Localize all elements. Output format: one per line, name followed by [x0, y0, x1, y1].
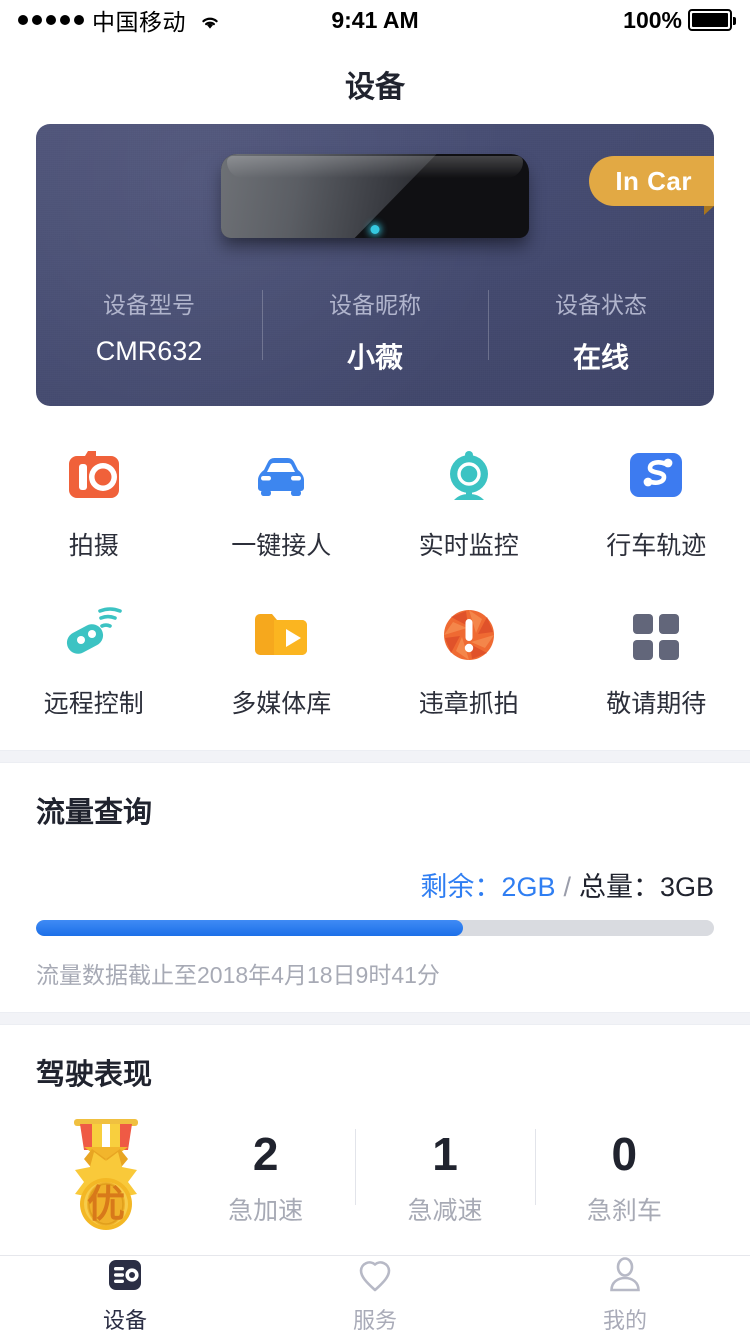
webcam-icon	[436, 444, 502, 510]
shortcut-capture[interactable]: 拍摄	[0, 430, 188, 576]
status-bar: 中国移动 9:41 AM 100%	[0, 0, 750, 40]
shortcut-live-monitor-label: 实时监控	[418, 532, 519, 560]
shortcut-grid: 拍摄 一键接人 实时监控 行车轨迹 远程控制 多媒体库 违章抓拍 敬请期待	[0, 406, 750, 750]
tab-device-label: 设备	[102, 1308, 147, 1333]
shortcut-pickup-label: 一键接人	[231, 532, 332, 560]
shortcut-violation[interactable]: 违章抓拍	[375, 588, 563, 734]
shortcut-coming-soon[interactable]: 敬请期待	[563, 588, 750, 734]
driving-body: 优 2 急加速 1 急减速 0 急刹车	[36, 1107, 714, 1247]
tab-device[interactable]: 设备	[0, 1255, 250, 1334]
total-value: 3GB	[659, 872, 714, 902]
medal-text: 优	[87, 1184, 125, 1226]
remaining-value: 2GB	[501, 872, 556, 902]
device-nickname-value: 小薇	[346, 342, 403, 373]
signal-dots-icon	[18, 15, 84, 25]
data-usage-title: 流量查询	[36, 797, 153, 829]
shortcut-violation-label: 违章抓拍	[418, 690, 519, 718]
shortcut-remote[interactable]: 远程控制	[0, 588, 188, 734]
shortcut-coming-soon-label: 敬请期待	[606, 690, 707, 718]
device-model-value: CMR632	[95, 336, 203, 366]
stat-rapid-acceleration-label: 急加速	[228, 1197, 304, 1225]
shortcut-remote-label: 远程控制	[43, 690, 144, 718]
device-status-value: 在线	[572, 342, 629, 373]
data-usage-note: 流量数据截止至2018年4月18日9时41分	[36, 962, 440, 988]
section-divider	[0, 750, 750, 763]
car-icon	[248, 444, 314, 510]
led-indicator-icon	[370, 225, 380, 234]
stat-hard-brake: 0 急刹车	[534, 1121, 714, 1233]
bottom-tab-bar: 设备 服务 我的	[0, 1255, 750, 1334]
remote-control-icon	[61, 602, 127, 668]
shortcut-capture-label: 拍摄	[68, 532, 119, 560]
device-nickname-label: 设备昵称	[329, 292, 421, 318]
data-usage-amounts: 剩余：2GB / 总量：3GB	[36, 865, 714, 904]
status-badge: In Car	[589, 156, 714, 215]
data-usage-section: 流量查询 剩余：2GB / 总量：3GB 流量数据截止至2018年4月18日9时41…	[0, 763, 750, 1012]
shortcut-media-label: 多媒体库	[231, 690, 332, 718]
stat-rapid-deceleration-value: 1	[432, 1128, 458, 1180]
battery-full-icon	[688, 9, 736, 31]
device-card[interactable]: In Car 设备型号 CMR632 设备昵称 小薇 设备状态 在线	[36, 124, 714, 406]
media-folder-icon	[248, 602, 314, 668]
stat-rapid-acceleration: 2 急加速	[176, 1121, 355, 1233]
shortcut-track-label: 行车轨迹	[606, 532, 707, 560]
shortcut-pickup[interactable]: 一键接人	[188, 430, 376, 576]
status-bar-right: 100%	[419, 6, 736, 34]
carrier-label: 中国移动	[92, 9, 186, 35]
device-icon	[105, 1255, 145, 1295]
total-label: 总量：	[578, 872, 660, 902]
person-icon	[605, 1255, 645, 1295]
driving-section: 驾驶表现 优 2 急加速 1 急减速 0 急刹车	[0, 1025, 750, 1261]
remaining-label: 剩余：	[420, 872, 502, 902]
device-nickname-cell: 设备昵称 小薇	[262, 286, 488, 376]
driving-stats: 2 急加速 1 急减速 0 急刹车	[176, 1121, 714, 1233]
page-title: 设备	[345, 71, 405, 104]
heart-pin-icon	[355, 1255, 395, 1295]
stat-hard-brake-value: 0	[611, 1128, 638, 1180]
device-info-row: 设备型号 CMR632 设备昵称 小薇 设备状态 在线	[36, 286, 714, 376]
section-divider-2	[0, 1012, 750, 1025]
device-model-label: 设备型号	[103, 292, 195, 318]
driving-title: 驾驶表现	[36, 1059, 153, 1091]
tab-mine[interactable]: 我的	[500, 1255, 750, 1334]
tab-mine-label: 我的	[602, 1308, 647, 1333]
stat-rapid-deceleration: 1 急减速	[355, 1121, 534, 1233]
tab-service[interactable]: 服务	[250, 1255, 500, 1334]
route-track-icon	[623, 444, 689, 510]
battery-percent-label: 100%	[623, 6, 682, 33]
progress-fill	[36, 920, 464, 936]
camera-icon	[61, 444, 127, 510]
aperture-alert-icon	[436, 602, 502, 668]
device-status-label: 设备状态	[555, 292, 647, 318]
shortcut-live-monitor[interactable]: 实时监控	[375, 430, 563, 576]
amount-divider: /	[563, 872, 571, 902]
wifi-icon	[198, 11, 222, 29]
stat-hard-brake-label: 急刹车	[586, 1197, 662, 1225]
status-bar-left: 中国移动	[18, 3, 331, 37]
stat-rapid-acceleration-value: 2	[252, 1128, 279, 1180]
gold-medal-icon: 优	[36, 1107, 176, 1247]
device-status-cell: 设备状态 在线	[488, 286, 714, 376]
device-model-cell: 设备型号 CMR632	[36, 286, 262, 376]
grid-squares-icon	[623, 602, 689, 668]
shortcut-media[interactable]: 多媒体库	[188, 588, 376, 734]
data-usage-progressbar	[36, 920, 714, 936]
shortcut-track[interactable]: 行车轨迹	[563, 430, 750, 576]
status-bar-time: 9:41 AM	[331, 6, 419, 33]
stat-rapid-deceleration-label: 急减速	[407, 1197, 483, 1225]
tab-service-label: 服务	[352, 1308, 397, 1333]
